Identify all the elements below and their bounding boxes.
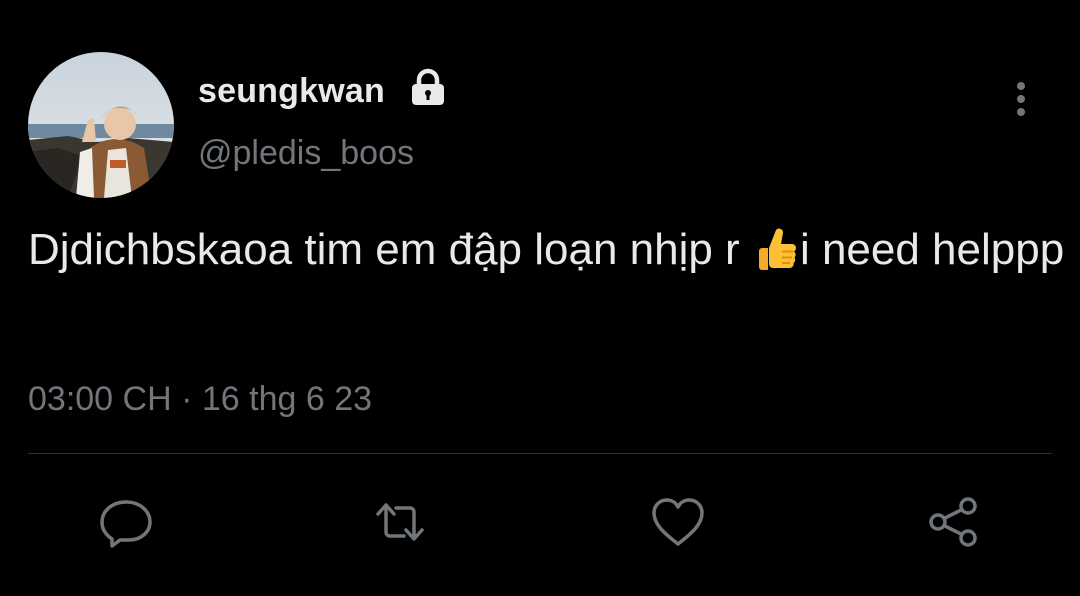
thumbs-up-icon bbox=[758, 228, 796, 270]
tweet-text-part-2: i need helppp bbox=[799, 225, 1065, 274]
tweet-text: Djdichbskaoa tim em đập loạn nhịp r i ne… bbox=[28, 222, 1068, 278]
avatar-photo bbox=[28, 52, 174, 198]
display-name[interactable]: seungkwan bbox=[198, 72, 385, 111]
like-button[interactable] bbox=[648, 492, 708, 552]
reply-icon bbox=[100, 500, 152, 548]
tweet-time: 03:00 CH bbox=[28, 380, 172, 418]
heart-icon bbox=[652, 498, 704, 546]
more-options-icon[interactable] bbox=[1006, 80, 1036, 120]
tweet-timestamp[interactable]: 03:00 CH · 16 thg 6 23 bbox=[28, 380, 372, 419]
meta-separator: · bbox=[181, 380, 193, 418]
lock-icon bbox=[412, 68, 444, 105]
username-handle[interactable]: @pledis_boos bbox=[198, 134, 414, 173]
tweet-text-part-1: Djdichbskaoa tim em đập loạn nhịp r bbox=[28, 225, 752, 274]
retweet-icon bbox=[376, 503, 424, 541]
share-button[interactable] bbox=[924, 492, 984, 552]
share-icon bbox=[929, 497, 977, 547]
reply-button[interactable] bbox=[96, 492, 156, 552]
retweet-button[interactable] bbox=[370, 492, 430, 552]
divider bbox=[28, 453, 1052, 454]
avatar[interactable] bbox=[28, 52, 174, 198]
tweet-date: 16 thg 6 23 bbox=[201, 380, 373, 418]
